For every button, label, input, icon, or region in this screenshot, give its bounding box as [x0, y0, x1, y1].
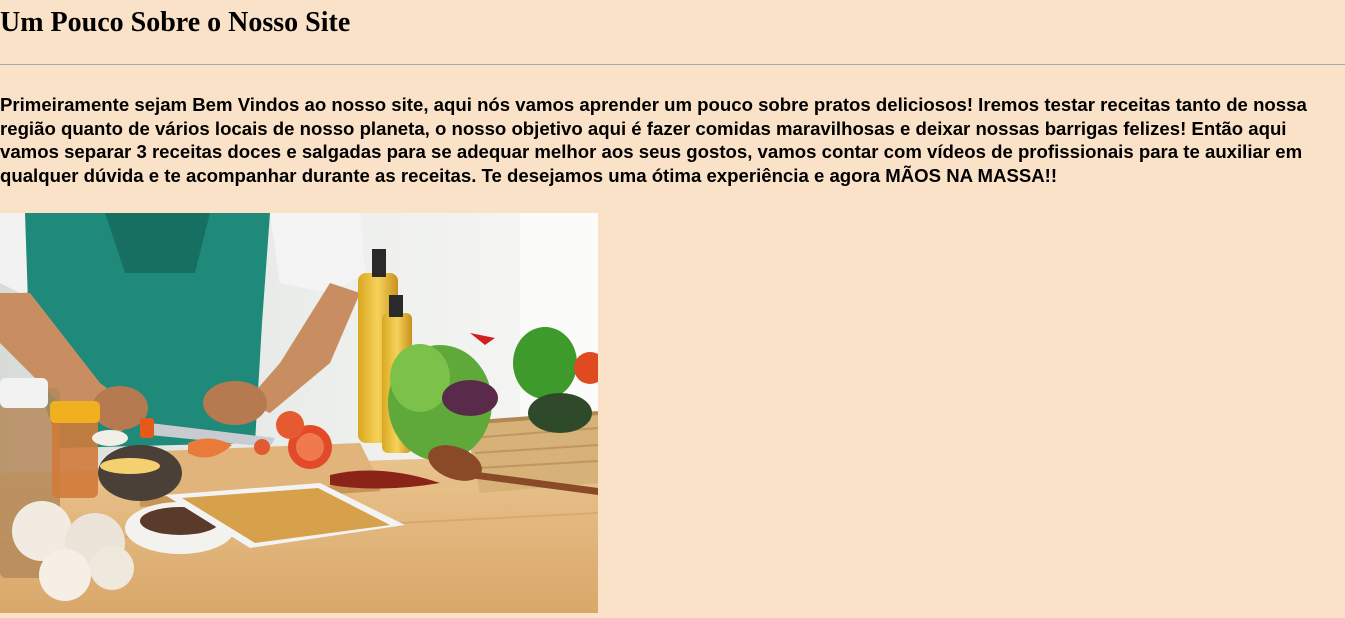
- intro-paragraph: Primeiramente sejam Bem Vindos ao nosso …: [0, 94, 1307, 186]
- cooking-photo: [0, 213, 598, 613]
- page-title: Um Pouco Sobre o Nosso Site: [0, 7, 351, 38]
- divider: [0, 64, 1345, 65]
